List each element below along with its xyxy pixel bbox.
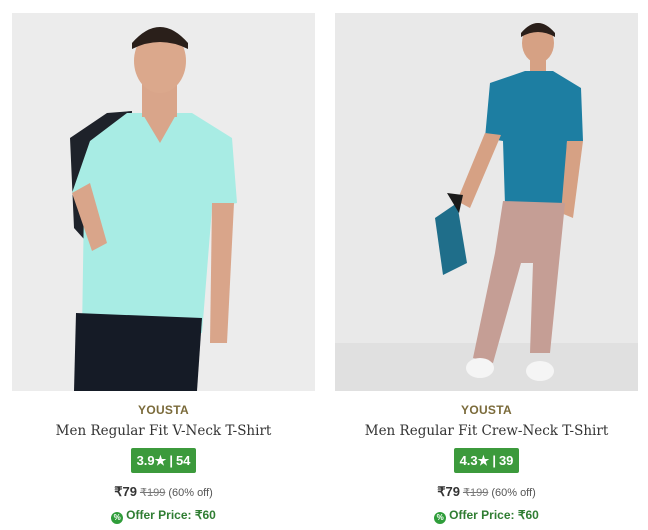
mrp: ₹199	[139, 487, 166, 499]
product-card-vneck[interactable]: YOUSTA Men Regular Fit V-Neck T-Shirt 3.…	[12, 13, 315, 524]
offer-price: Offer Price: ₹60	[126, 508, 216, 522]
product-brand: YOUSTA	[461, 403, 512, 417]
product-brand: YOUSTA	[138, 403, 189, 417]
offer-tag-icon: %	[434, 512, 447, 524]
price: ₹79	[437, 484, 460, 499]
discount: (60% off)	[168, 487, 213, 499]
product-title[interactable]: Men Regular Fit Crew-Neck T-Shirt	[335, 423, 638, 439]
price: ₹79	[114, 484, 137, 499]
offer-price: Offer Price: ₹60	[449, 508, 539, 522]
rating-badge: 4.3★ | 39	[453, 448, 520, 473]
offer-tag-icon: %	[111, 512, 124, 524]
star-icon: ★	[154, 453, 167, 468]
rating-value: 4.3	[459, 453, 478, 468]
review-count: 54	[175, 453, 191, 468]
discount: (60% off)	[491, 487, 536, 499]
review-count: 39	[498, 453, 514, 468]
mrp: ₹199	[462, 487, 489, 499]
product-card-crewneck[interactable]: YOUSTA Men Regular Fit Crew-Neck T-Shirt…	[335, 13, 638, 524]
offer-price-row: % Offer Price: ₹60	[335, 508, 638, 524]
rating-separator: |	[492, 453, 496, 468]
price-row: ₹79 ₹199 (60% off)	[12, 484, 315, 500]
rating-separator: |	[169, 453, 173, 468]
rating-badge: 3.9★ | 54	[130, 448, 197, 473]
product-title[interactable]: Men Regular Fit V-Neck T-Shirt	[12, 423, 315, 439]
star-icon: ★	[477, 453, 490, 468]
product-image-vneck[interactable]	[12, 13, 315, 391]
offer-price-row: % Offer Price: ₹60	[12, 508, 315, 524]
rating-value: 3.9	[136, 453, 155, 468]
price-row: ₹79 ₹199 (60% off)	[335, 484, 638, 500]
product-image-crewneck[interactable]	[335, 13, 638, 391]
